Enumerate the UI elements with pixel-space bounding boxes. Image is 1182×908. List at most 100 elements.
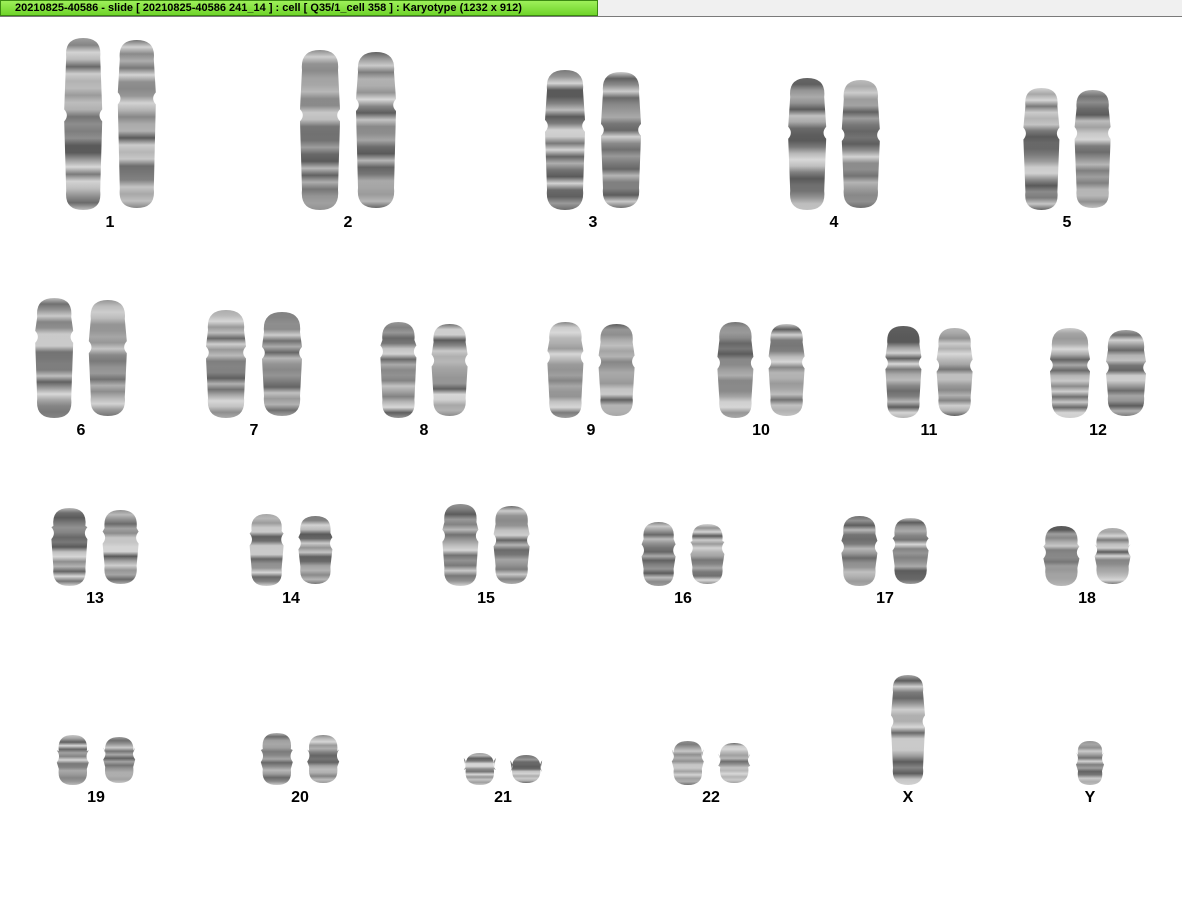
chromosome-body [442, 504, 479, 586]
chromosome-copy-b[interactable] [598, 324, 635, 416]
chromosome-body [307, 735, 340, 783]
chromosome-copy-a[interactable] [1050, 328, 1090, 418]
chromosome-pair-13[interactable]: 13 [25, 506, 165, 624]
chromosome-copy-a[interactable] [380, 322, 417, 418]
chromosome-body [56, 735, 89, 785]
chromosome-copy-a[interactable] [885, 326, 922, 418]
chromosome-pair-6[interactable]: 6 [11, 296, 151, 456]
chromosome-body [117, 40, 156, 208]
chromosome-pair-22[interactable]: 22 [641, 739, 781, 823]
chromosome-copy-a[interactable] [641, 522, 676, 586]
chromosome-copy-b[interactable] [841, 80, 880, 208]
chromosome-copy-b[interactable] [431, 324, 468, 416]
chromosome-copy-a[interactable] [547, 322, 584, 418]
chromosome-pair-9[interactable]: 9 [521, 320, 661, 456]
chromosome-copy-a[interactable] [1023, 88, 1060, 210]
chromosome-pair-7[interactable]: 7 [184, 308, 324, 456]
window-title-tab[interactable]: 20210825-40586 - slide [ 20210825-40586 … [0, 0, 598, 16]
chromosome-copy-a[interactable] [35, 298, 74, 418]
chromosome-copy-a[interactable] [841, 516, 878, 586]
chromosome-label: 1 [105, 214, 115, 231]
chromosome-label: 10 [752, 422, 770, 439]
chromosome-pair-19[interactable]: 19 [26, 733, 166, 823]
chromosome-pair-20[interactable]: 20 [230, 731, 370, 823]
chromosome-copy-a[interactable] [1076, 741, 1104, 785]
chromosome-copy-a[interactable] [717, 322, 754, 418]
chromosome-copy-a[interactable] [300, 50, 340, 210]
chromosome-copy-a[interactable] [51, 508, 88, 586]
chromosome-body [1106, 330, 1146, 416]
chromosome-image [300, 50, 396, 210]
chromosome-copy-b[interactable] [262, 312, 302, 416]
chromosome-image [891, 675, 925, 785]
chromosome-pair-14[interactable]: 14 [221, 512, 361, 624]
chromosome-copy-a[interactable] [64, 38, 103, 210]
chromosome-body [102, 510, 139, 584]
chromosome-copy-b[interactable] [1094, 528, 1131, 584]
chromosome-copy-b[interactable] [510, 755, 543, 783]
chromosome-copy-a[interactable] [891, 675, 925, 785]
chromosome-copy-b[interactable] [88, 300, 127, 416]
chromosome-copy-a[interactable] [545, 70, 585, 210]
chromosome-body [262, 312, 302, 416]
chromosome-body [1094, 528, 1131, 584]
chromosome-copy-b[interactable] [601, 72, 641, 208]
chromosome-body [841, 516, 878, 586]
chromosome-image [442, 504, 530, 586]
chromosome-copy-b[interactable] [1106, 330, 1146, 416]
chromosome-label: 13 [86, 590, 104, 607]
chromosome-copy-b[interactable] [356, 52, 396, 208]
chromosome-copy-a[interactable] [249, 514, 284, 586]
chromosome-image [35, 298, 127, 418]
chromosome-pair-11[interactable]: 11 [859, 324, 999, 456]
chromosome-pair-17[interactable]: 17 [815, 514, 955, 624]
chromosome-copy-b[interactable] [307, 735, 340, 783]
chromosome-copy-a[interactable] [463, 753, 496, 785]
chromosome-image [545, 70, 641, 210]
chromosome-copy-b[interactable] [690, 524, 725, 584]
chromosome-copy-a[interactable] [56, 735, 89, 785]
chromosome-copy-b[interactable] [768, 324, 805, 416]
chromosome-copy-a[interactable] [788, 78, 827, 210]
chromosome-copy-a[interactable] [1043, 526, 1080, 586]
chromosome-pair-10[interactable]: 10 [691, 320, 831, 456]
chromosome-label: 11 [920, 422, 938, 439]
chromosome-pair-5[interactable]: 5 [997, 86, 1137, 248]
chromosome-pair-21[interactable]: 21 [433, 751, 573, 823]
chromosome-body [641, 522, 676, 586]
chromosome-copy-b[interactable] [892, 518, 929, 584]
chromosome-body [249, 514, 284, 586]
chromosome-pair-y[interactable]: Y [1020, 739, 1160, 823]
chromosome-body [671, 741, 704, 785]
chromosome-copy-b[interactable] [117, 40, 156, 208]
chromosome-body [35, 298, 74, 418]
chromosome-copy-b[interactable] [936, 328, 973, 416]
chromosome-copy-b[interactable] [718, 743, 751, 783]
chromosome-pair-18[interactable]: 18 [1017, 524, 1157, 624]
chromosome-pair-16[interactable]: 16 [613, 520, 753, 624]
chromosome-image [380, 322, 468, 418]
chromosome-pair-1[interactable]: 1 [40, 36, 180, 248]
chromosome-pair-12[interactable]: 12 [1028, 326, 1168, 456]
chromosome-pair-3[interactable]: 3 [523, 68, 663, 248]
chromosome-body [718, 743, 751, 783]
chromosome-copy-b[interactable] [493, 506, 530, 584]
chromosome-copy-b[interactable] [298, 516, 333, 584]
chromosome-copy-a[interactable] [260, 733, 293, 785]
chromosome-copy-b[interactable] [103, 737, 136, 783]
chromosome-label: 14 [282, 590, 300, 607]
chromosome-pair-4[interactable]: 4 [764, 76, 904, 248]
chromosome-pair-2[interactable]: 2 [278, 48, 418, 248]
chromosome-body [885, 326, 922, 418]
chromosome-image [1076, 741, 1104, 785]
chromosome-copy-b[interactable] [1074, 90, 1111, 208]
chromosome-pair-x[interactable]: X [838, 673, 978, 823]
chromosome-copy-a[interactable] [206, 310, 246, 418]
chromosome-body [88, 300, 127, 416]
chromosome-copy-a[interactable] [671, 741, 704, 785]
chromosome-pair-15[interactable]: 15 [416, 502, 556, 624]
chromosome-copy-b[interactable] [102, 510, 139, 584]
chromosome-copy-a[interactable] [442, 504, 479, 586]
chromosome-image [788, 78, 880, 210]
chromosome-pair-8[interactable]: 8 [354, 320, 494, 456]
